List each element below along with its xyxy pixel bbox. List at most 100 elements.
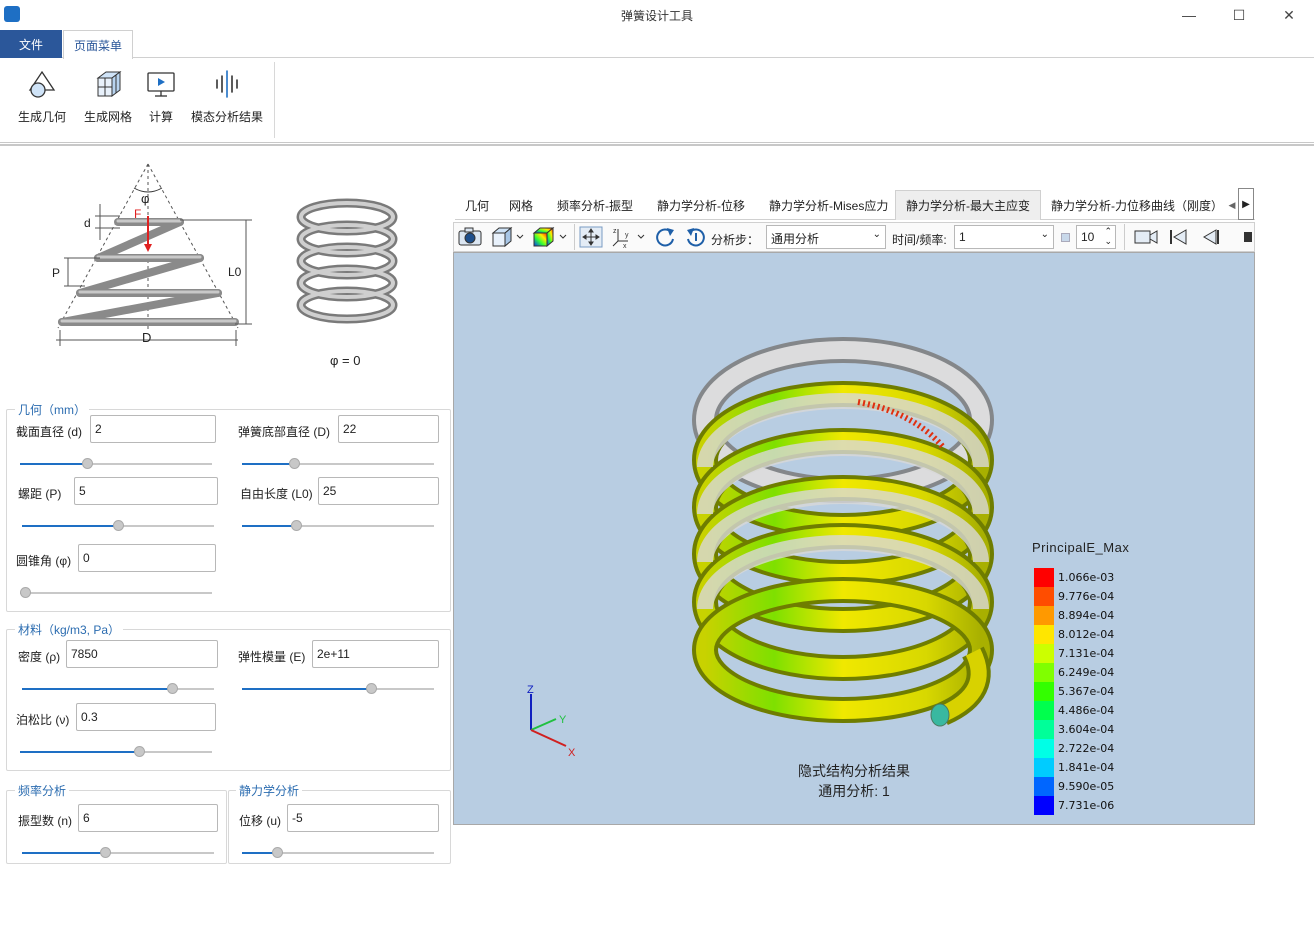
cone-angle-label: 圆锥角 (φ) xyxy=(16,554,72,568)
frame-spinbox[interactable]: 10 ⌃ ⌄ xyxy=(1076,225,1116,249)
slider-thumb[interactable] xyxy=(113,520,124,531)
geometry-icon xyxy=(28,70,56,98)
viewer-tab[interactable]: 几何 xyxy=(455,190,499,220)
slider-thumb[interactable] xyxy=(288,458,300,469)
poisson-label: 泊松比 (ν) xyxy=(16,713,70,727)
legend-swatch xyxy=(1034,758,1054,777)
chevron-down-icon: ⌄ xyxy=(872,229,881,240)
slider-thumb[interactable] xyxy=(82,458,94,469)
monitor-play-icon xyxy=(147,72,175,97)
free-length-label: 自由长度 (L0) xyxy=(240,487,313,501)
generate-mesh-button[interactable]: 生成网格 xyxy=(80,64,136,128)
spring-preview-image xyxy=(296,198,398,324)
bottom-diameter-slider[interactable] xyxy=(242,458,434,470)
axis-z-label: Z xyxy=(527,684,534,696)
viewer-tab[interactable]: 静力学分析-位移 xyxy=(647,190,759,220)
free-length-slider[interactable] xyxy=(242,520,434,532)
legend-label: 9.776e-04 xyxy=(1058,590,1115,603)
minimize-button[interactable]: — xyxy=(1166,0,1212,30)
slider-thumb[interactable] xyxy=(166,683,178,694)
section-diameter-input[interactable]: 2 xyxy=(90,415,216,443)
svg-text:y: y xyxy=(625,232,629,239)
close-button[interactable]: ✕ xyxy=(1266,0,1312,30)
frame-spinbox-value: 10 xyxy=(1081,230,1095,244)
section-diameter-slider[interactable] xyxy=(20,458,212,470)
slider-fill xyxy=(20,751,140,753)
step-select[interactable]: 通用分析 ⌄ xyxy=(766,225,886,249)
tab-file[interactable]: 文件 xyxy=(0,30,62,58)
slider-thumb[interactable] xyxy=(20,587,31,598)
density-input[interactable]: 7850 xyxy=(66,640,218,668)
pitch-slider[interactable] xyxy=(22,520,214,532)
compute-button[interactable]: 计算 xyxy=(143,64,179,128)
tab-page-menu[interactable]: 页面菜单 xyxy=(63,30,133,59)
rotate-icon[interactable] xyxy=(653,225,677,249)
divider xyxy=(0,144,1314,146)
bottom-diameter-input[interactable]: 22 xyxy=(338,415,439,443)
maximize-button[interactable]: ☐ xyxy=(1216,0,1262,30)
slider-fill xyxy=(242,525,296,527)
cone-angle-slider[interactable] xyxy=(20,587,212,599)
video-record-icon[interactable] xyxy=(1132,225,1160,249)
pitch-input[interactable]: 5 xyxy=(74,477,218,505)
material-group-title: 材料（kg/m3, Pa） xyxy=(15,621,124,638)
fit-view-icon[interactable] xyxy=(578,225,604,249)
spring-result-model[interactable]: Z Y X xyxy=(453,252,1255,825)
legend-label: 9.590e-05 xyxy=(1058,780,1115,793)
poisson-slider[interactable] xyxy=(20,746,212,758)
time-frequency-select[interactable]: 1 ⌄ xyxy=(954,225,1054,249)
chevron-down-icon: ⌄ xyxy=(1040,229,1049,240)
legend-swatch xyxy=(1034,796,1054,815)
slider-thumb[interactable] xyxy=(99,847,111,858)
poisson-input[interactable]: 0.3 xyxy=(76,703,216,731)
tab-scroll-left-icon[interactable]: ◀ xyxy=(1226,190,1238,220)
slider-thumb[interactable] xyxy=(290,520,302,531)
color-contour-icon[interactable] xyxy=(531,225,571,249)
legend-label: 6.249e-04 xyxy=(1058,666,1115,679)
legend-label: 7.131e-04 xyxy=(1058,647,1115,660)
force-label: F xyxy=(134,207,141,221)
axis-orientation-icon[interactable]: z yx xyxy=(610,225,648,249)
view-cube-icon[interactable] xyxy=(489,225,525,249)
modulus-slider[interactable] xyxy=(242,683,434,695)
legend-label: 2.722e-04 xyxy=(1058,742,1115,755)
legend-swatch xyxy=(1034,739,1054,758)
viewer-tab[interactable]: 频率分析-振型 xyxy=(547,190,647,220)
viewer-tab[interactable]: 静力学分析-最大主应变 xyxy=(895,190,1041,220)
slider-thumb[interactable] xyxy=(271,847,283,858)
viewer-tab[interactable]: 网格 xyxy=(499,190,547,220)
window-title: 弹簧设计工具 xyxy=(620,9,693,23)
previous-frame-icon[interactable] xyxy=(1198,225,1222,249)
viewer-tab[interactable]: 静力学分析-力位移曲线（刚度） xyxy=(1041,190,1226,220)
displacement-input[interactable]: -5 xyxy=(287,804,439,832)
free-length-input[interactable]: 25 xyxy=(318,477,439,505)
viewer-tab[interactable]: 静力学分析-Mises应力 xyxy=(759,190,895,220)
mode-count-slider[interactable] xyxy=(22,847,214,859)
section-diameter-label: 截面直径 (d) xyxy=(16,425,83,439)
generate-geometry-button[interactable]: 生成几何 xyxy=(14,64,70,128)
mode-count-input[interactable]: 6 xyxy=(78,804,218,832)
slider-fill xyxy=(22,688,172,690)
cone-angle-input[interactable]: 0 xyxy=(78,544,216,572)
tab-scroll-right-icon[interactable]: ▶ xyxy=(1238,188,1254,220)
slider-fill xyxy=(242,688,371,690)
waveform-icon xyxy=(216,70,238,98)
modal-results-button[interactable]: 模态分析结果 xyxy=(189,64,265,128)
camera-icon[interactable] xyxy=(457,225,483,249)
first-frame-icon[interactable] xyxy=(1166,225,1190,249)
slider-fill xyxy=(22,525,118,527)
frame-checkbox[interactable] xyxy=(1061,233,1070,242)
displacement-slider[interactable] xyxy=(242,847,434,859)
slider-thumb[interactable] xyxy=(365,683,377,694)
reset-view-icon[interactable] xyxy=(684,225,708,249)
d-label: d xyxy=(84,216,91,230)
play-icon[interactable] xyxy=(1240,228,1254,246)
density-label: 密度 (ρ) xyxy=(18,650,61,664)
l0-label: L0 xyxy=(228,265,242,279)
modulus-input[interactable]: 2e+11 xyxy=(312,640,439,668)
density-slider[interactable] xyxy=(22,683,214,695)
step-select-value: 通用分析 xyxy=(771,232,820,246)
spin-arrows-icon[interactable]: ⌃ ⌄ xyxy=(1104,226,1112,246)
slider-thumb[interactable] xyxy=(134,746,146,757)
bottom-diameter-label: 弹簧底部直径 (D) xyxy=(238,425,330,439)
